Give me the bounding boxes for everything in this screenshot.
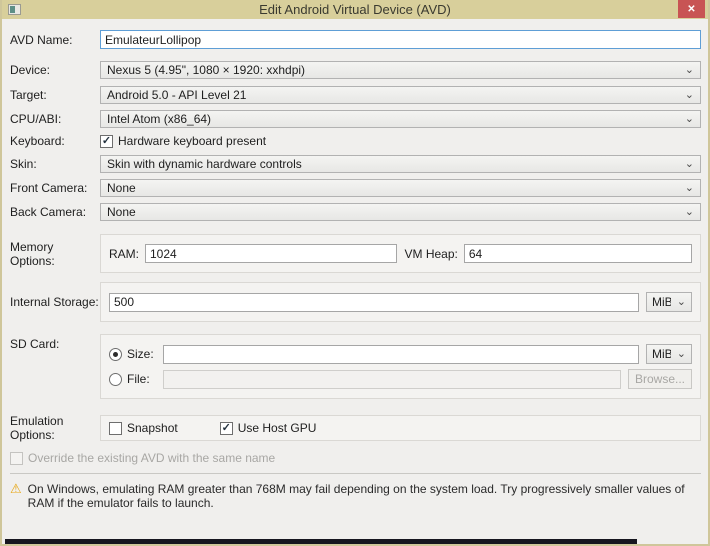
front-camera-dropdown[interactable]: None ⌄ xyxy=(100,179,701,197)
chevron-down-icon: ⌄ xyxy=(684,64,694,76)
device-dropdown[interactable]: Nexus 5 (4.95", 1080 × 1920: xxhdpi) ⌄ xyxy=(100,61,701,79)
dialog-content: AVD Name: Device: Nexus 5 (4.95", 1080 ×… xyxy=(2,19,708,544)
target-dropdown-value: Android 5.0 - API Level 21 xyxy=(107,88,247,102)
radio-dot-icon xyxy=(113,351,118,357)
sd-card-group: Size: MiB ⌄ File: Browse... xyxy=(100,334,701,399)
device-label: Device: xyxy=(10,63,51,77)
chevron-down-icon: ⌄ xyxy=(684,206,694,218)
separator xyxy=(10,473,701,474)
field-row-avd-name: AVD Name: xyxy=(10,30,701,49)
front-camera-dropdown-value: None xyxy=(107,181,136,195)
device-dropdown-value: Nexus 5 (4.95", 1080 × 1920: xxhdpi) xyxy=(107,63,306,77)
target-dropdown[interactable]: Android 5.0 - API Level 21 ⌄ xyxy=(100,86,701,104)
target-label: Target: xyxy=(10,88,47,102)
internal-storage-input[interactable] xyxy=(109,292,639,312)
field-row-keyboard: Keyboard: ✓ Hardware keyboard present xyxy=(10,134,701,148)
use-host-gpu-checkbox-label[interactable]: Use Host GPU xyxy=(238,421,317,435)
field-row-sd-card: SD Card: Size: MiB ⌄ File: Browse... xyxy=(10,334,701,399)
ram-input[interactable] xyxy=(145,244,397,263)
override-checkbox xyxy=(10,451,23,465)
field-row-cpu-abi: CPU/ABI: Intel Atom (x86_64) ⌄ xyxy=(10,110,701,128)
avd-edit-dialog: Edit Android Virtual Device (AVD) ✕ AVD … xyxy=(0,0,710,546)
internal-storage-label: Internal Storage: xyxy=(10,295,99,309)
chevron-down-icon: ⌄ xyxy=(684,89,694,101)
sd-size-unit-dropdown[interactable]: MiB ⌄ xyxy=(646,344,692,364)
avd-name-input[interactable] xyxy=(100,30,701,49)
memory-options-group: RAM: VM Heap: xyxy=(100,234,701,273)
cpu-abi-dropdown-value: Intel Atom (x86_64) xyxy=(107,112,212,126)
back-camera-label: Back Camera: xyxy=(10,205,87,219)
field-row-front-camera: Front Camera: None ⌄ xyxy=(10,179,701,197)
warning-icon: ⚠ xyxy=(10,481,22,496)
warning-text: On Windows, emulating RAM greater than 7… xyxy=(27,482,685,510)
override-row: Override the existing AVD with the same … xyxy=(10,451,701,465)
field-row-internal-storage: Internal Storage: MiB ⌄ xyxy=(10,282,701,322)
vm-heap-label: VM Heap: xyxy=(404,246,458,261)
window-title: Edit Android Virtual Device (AVD) xyxy=(259,2,451,17)
chevron-down-icon: ⌄ xyxy=(676,296,686,308)
front-camera-label: Front Camera: xyxy=(10,181,88,195)
field-row-back-camera: Back Camera: None ⌄ xyxy=(10,203,701,221)
close-button[interactable]: ✕ xyxy=(678,0,705,18)
field-row-target: Target: Android 5.0 - API Level 21 ⌄ xyxy=(10,86,701,104)
chevron-down-icon: ⌄ xyxy=(684,113,694,125)
memory-options-label: Memory Options: xyxy=(10,239,55,268)
snapshot-checkbox-label[interactable]: Snapshot xyxy=(127,421,178,435)
use-host-gpu-checkbox[interactable]: ✓ xyxy=(219,421,233,435)
back-camera-dropdown-value: None xyxy=(107,205,136,219)
avd-name-label: AVD Name: xyxy=(10,32,73,47)
internal-storage-group: MiB ⌄ xyxy=(100,282,701,322)
hardware-keyboard-checkbox[interactable]: ✓ xyxy=(100,134,113,148)
ram-label: RAM: xyxy=(109,246,139,261)
chevron-down-icon: ⌄ xyxy=(684,182,694,194)
hardware-keyboard-checkbox-label[interactable]: Hardware keyboard present xyxy=(118,134,266,148)
sd-size-radio[interactable] xyxy=(109,347,122,361)
keyboard-label: Keyboard: xyxy=(10,134,65,148)
check-icon: ✓ xyxy=(221,421,231,434)
sd-file-radio-label[interactable]: File: xyxy=(127,372,163,386)
check-icon: ✓ xyxy=(101,134,112,147)
snapshot-checkbox[interactable] xyxy=(109,421,122,435)
sd-size-unit-value: MiB xyxy=(652,347,671,361)
skin-dropdown[interactable]: Skin with dynamic hardware controls ⌄ xyxy=(100,155,701,173)
window-titlebar: Edit Android Virtual Device (AVD) ✕ xyxy=(2,0,708,19)
vm-heap-input[interactable] xyxy=(463,244,692,263)
internal-storage-unit-value: MiB xyxy=(652,295,671,309)
skin-dropdown-value: Skin with dynamic hardware controls xyxy=(107,157,302,171)
field-row-emulation-options: Emulation Options: Snapshot ✓ Use Host G… xyxy=(10,414,701,442)
emulation-options-group: Snapshot ✓ Use Host GPU xyxy=(100,415,701,441)
browse-button: Browse... xyxy=(628,369,692,389)
cpu-abi-label: CPU/ABI: xyxy=(10,112,62,126)
chevron-down-icon: ⌄ xyxy=(684,158,694,170)
close-icon: ✕ xyxy=(687,3,696,15)
sd-file-radio[interactable] xyxy=(109,372,122,386)
sd-file-input xyxy=(163,369,621,389)
field-row-device: Device: Nexus 5 (4.95", 1080 × 1920: xxh… xyxy=(10,61,701,79)
field-row-memory-options: Memory Options: RAM: VM Heap: xyxy=(10,234,701,273)
cpu-abi-dropdown[interactable]: Intel Atom (x86_64) ⌄ xyxy=(100,110,701,128)
back-camera-dropdown[interactable]: None ⌄ xyxy=(100,203,701,221)
override-checkbox-label: Override the existing AVD with the same … xyxy=(28,451,276,465)
sd-size-input[interactable] xyxy=(163,344,639,364)
chevron-down-icon: ⌄ xyxy=(676,348,686,360)
skin-label: Skin: xyxy=(10,157,37,171)
bottom-strip xyxy=(5,539,637,544)
field-row-skin: Skin: Skin with dynamic hardware control… xyxy=(10,155,701,173)
internal-storage-unit-dropdown[interactable]: MiB ⌄ xyxy=(646,292,692,312)
emulation-options-label: Emulation Options: xyxy=(10,414,64,442)
sd-card-label: SD Card: xyxy=(10,337,60,351)
warning-row: ⚠ On Windows, emulating RAM greater than… xyxy=(10,481,701,511)
sd-size-radio-label[interactable]: Size: xyxy=(127,347,163,361)
